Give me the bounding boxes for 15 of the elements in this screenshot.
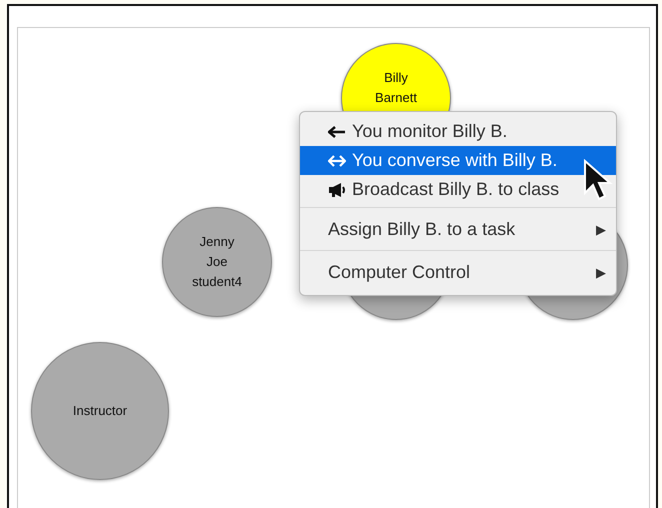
mouse-pointer-icon	[583, 159, 613, 203]
left-arrow-icon	[328, 126, 346, 138]
menu-item[interactable]: You converse with Billy B.	[300, 146, 616, 175]
submenu-item[interactable]: Assign Billy B. to a task ▶	[300, 211, 616, 247]
submenu-arrow: ▶	[596, 222, 606, 236]
student-node[interactable]: Instructor	[31, 342, 169, 480]
left-right-arrow-icon	[328, 154, 346, 166]
submenu-arrow: ▶	[596, 264, 606, 280]
megaphone-icon	[328, 182, 346, 198]
menu-item[interactable]: Broadcast Billy B. to class	[300, 175, 616, 204]
node-label: Billy Barnett	[375, 69, 417, 107]
node-label: Jenny Joe student4	[192, 233, 242, 291]
student-node[interactable]: Jenny Joe student4	[162, 207, 272, 317]
node-label: Instructor	[72, 402, 128, 420]
submenu-item[interactable]: Computer Control ▶	[300, 254, 616, 290]
